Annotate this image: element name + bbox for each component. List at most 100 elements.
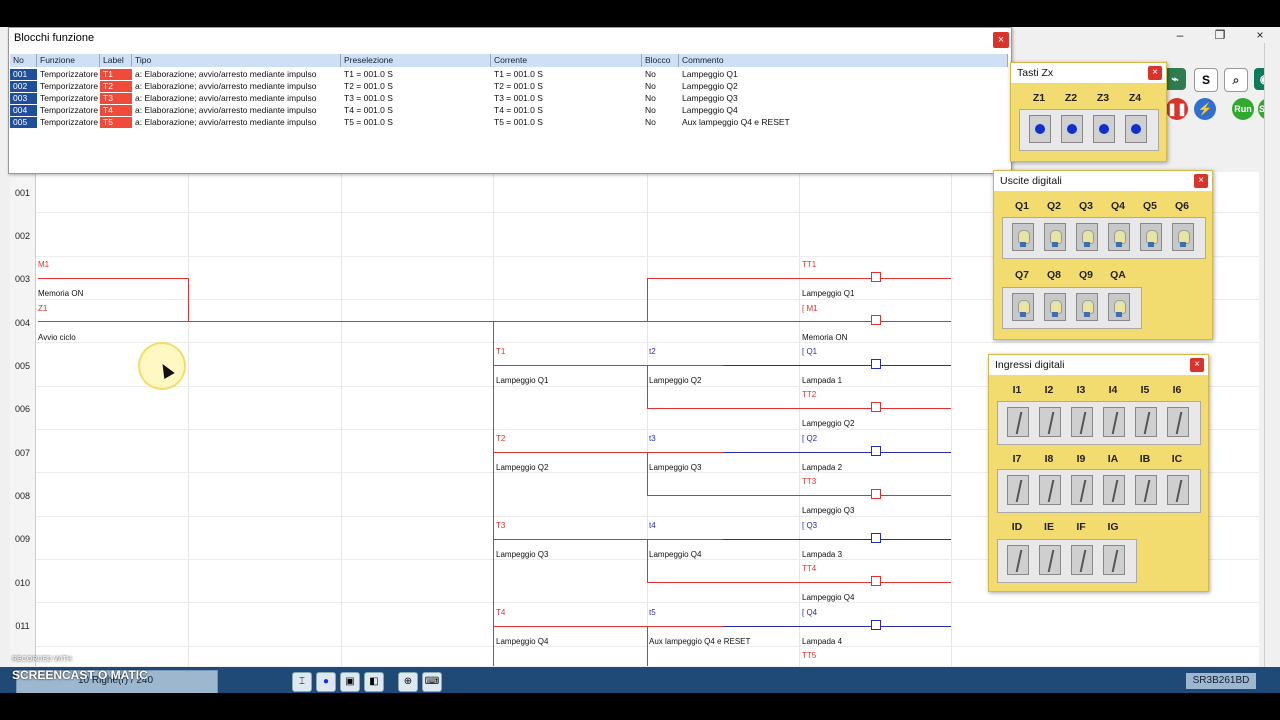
search-icon[interactable]: ⌕ [1224,68,1248,92]
column-header[interactable]: Label [100,54,132,67]
switch-ie-toggle[interactable] [1039,545,1061,575]
lightning-icon[interactable]: ⚡ [1194,98,1216,120]
switch-i2-toggle[interactable] [1039,407,1061,437]
contact-t4-big-label: T4 [496,608,506,617]
lamp-q4-icon [1108,223,1130,251]
switch-i3-toggle[interactable] [1071,407,1093,437]
right-scrollbar[interactable] [1264,43,1280,667]
panel-close-button[interactable]: × [1148,66,1162,80]
switch-if-toggle[interactable] [1071,545,1093,575]
coil-m1[interactable] [871,315,881,325]
coil-q1-label: [ Q1 [802,347,818,356]
output-label: Q2 [1046,200,1061,212]
cell-funzione: Temporizzatore [40,81,99,91]
dialog-close-button[interactable]: × [993,32,1009,48]
monitor-icon[interactable]: ⌁ [1164,68,1186,90]
coil-q4[interactable] [871,620,881,630]
watermark-brand: SCREENCAST O MATIC [12,668,148,682]
contact-m1-label: M1 [38,260,50,269]
switch-i6-toggle[interactable] [1167,407,1189,437]
comment-lampeggio-q4-b: Lampeggio Q4 [496,637,549,646]
coil-q3[interactable] [871,533,881,543]
input-label: I1 [1012,384,1022,396]
coil-tt1-label: TT1 [802,260,817,269]
row-number: 006 [14,404,31,414]
ladder-icon[interactable]: ⌶ [292,672,312,692]
keyboard-icon[interactable]: ⌨ [422,672,442,692]
column-header[interactable]: Tipo [132,54,341,67]
switch-ib-toggle[interactable] [1135,475,1157,505]
comment-lampeggio-q3-b: Lampeggio Q3 [496,550,549,559]
output-label: Q6 [1174,200,1189,212]
input-label: I6 [1172,384,1182,396]
row-number: 004 [14,318,31,328]
coil-q2[interactable] [871,446,881,456]
output-label: Q4 [1110,200,1125,212]
input-label: IC [1171,453,1183,465]
window-controls: – ❐ × [1160,27,1280,43]
model-label: SR3B261BD [1186,673,1256,689]
coil-q1[interactable] [871,359,881,369]
switch-i5-toggle[interactable] [1135,407,1157,437]
panel-close-button[interactable]: × [1194,174,1208,188]
cell-corrente: T5 = 001.0 S [494,117,543,127]
circle-icon[interactable]: ● [316,672,336,692]
switch-ic-toggle[interactable] [1167,475,1189,505]
switch-ig-toggle[interactable] [1103,545,1125,575]
minimize-button[interactable]: – [1165,27,1195,43]
switch-i8-toggle[interactable] [1039,475,1061,505]
coil-tt4[interactable] [871,576,881,586]
cell-commento: Lampeggio Q2 [682,81,738,91]
column-header[interactable]: Blocco [642,54,679,67]
key-z1-button[interactable] [1029,115,1051,143]
key-z3-button[interactable] [1093,115,1115,143]
run-button[interactable]: Run [1232,98,1254,120]
module-icon[interactable]: ◧ [364,672,384,692]
cell-funzione: Temporizzatore [40,93,99,103]
key-label: Z3 [1096,92,1110,104]
column-header[interactable]: Corrente [491,54,642,67]
coil-q4-label: [ Q4 [802,608,818,617]
input-label: IB [1139,453,1151,465]
key-z4-button[interactable] [1125,115,1147,143]
comment-lampeggio-q1-a: Lampeggio Q1 [496,376,549,385]
input-label: I4 [1108,384,1118,396]
column-header[interactable]: Funzione [37,54,100,67]
contact-t2-label: t2 [649,347,656,356]
coil-tt3[interactable] [871,489,881,499]
column-header[interactable]: No [10,54,37,67]
row-number: 011 [15,621,30,631]
s-button[interactable]: S [1194,68,1218,92]
cell-tipo: a: Elaborazione; avvio/arresto mediante … [135,117,317,127]
lamp-qa-icon [1108,293,1130,321]
restore-button[interactable]: ❐ [1205,27,1235,43]
switch-i9-toggle[interactable] [1071,475,1093,505]
comment-lampeggio-q1: Lampeggio Q1 [802,289,855,298]
output-label: Q1 [1014,200,1029,212]
block-icon[interactable]: ▣ [340,672,360,692]
switch-i4-toggle[interactable] [1103,407,1125,437]
binoculars-icon[interactable]: ⊕ [398,672,418,692]
coil-tt2[interactable] [871,402,881,412]
coil-m1-label: [ M1 [802,304,818,313]
cell-preselezione: T2 = 001.0 S [344,81,393,91]
switch-i1-toggle[interactable] [1007,407,1029,437]
column-header[interactable]: Preselezione [341,54,491,67]
switch-i7-toggle[interactable] [1007,475,1029,505]
ingressi-digitali-panel: Ingressi digitali × I1 I2 I3 I4 I5 I6 I7… [988,354,1209,592]
switch-id-toggle[interactable] [1007,545,1029,575]
pause-icon[interactable]: ❚❚ [1166,98,1188,120]
column-header[interactable]: Commento [679,54,1008,67]
contact-t5-label: t5 [649,608,656,617]
close-window-button[interactable]: × [1245,27,1275,43]
panel-close-button[interactable]: × [1190,358,1204,372]
output-label: QA [1110,269,1126,281]
uscite-digitali-panel: Uscite digitali × Q1 Q2 Q3 Q4 Q5 Q6 Q7 Q… [993,170,1213,340]
coil-q3-label: [ Q3 [802,521,818,530]
coil-tt5-label: TT5 [802,651,817,660]
cell-preselezione: T3 = 001.0 S [344,93,393,103]
switch-ia-toggle[interactable] [1103,475,1125,505]
input-label: IF [1076,521,1086,533]
key-z2-button[interactable] [1061,115,1083,143]
coil-tt1[interactable] [871,272,881,282]
